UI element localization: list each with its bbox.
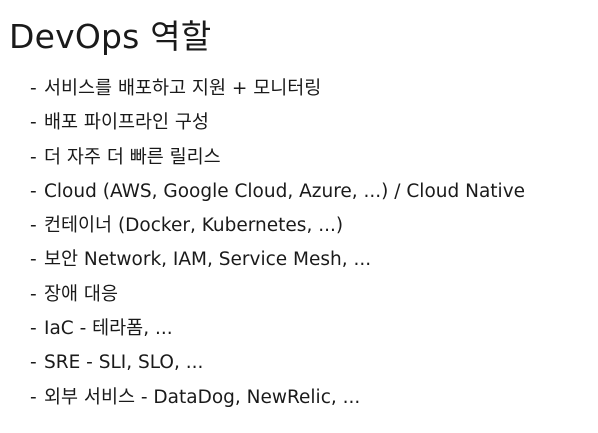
bullet-item: - 서비스를 배포하고 지원 + 모니터링 [30,72,525,106]
bullet-item: - 배포 파이프라인 구성 [30,106,525,140]
bullet-item: - 장애 대응 [30,278,525,312]
bullet-text: 컨테이너 (Docker, Kubernetes, ...) [44,215,344,237]
bullet-dash: - [30,249,37,271]
bullet-dash: - [30,78,37,99]
bullet-text: IaC - 테라폼, ... [44,318,173,340]
bullet-item: - 컨테이너 (Docker, Kubernetes, ...) [30,209,525,243]
slide: DevOps 역할 - 서비스를 배포하고 지원 + 모니터링 - 배포 파이프라인… [0,0,598,433]
bullet-item: - IaC - 테라폼, ... [30,312,525,346]
bullet-text: 보안 Network, IAM, Service Mesh, ... [44,249,372,271]
bullet-item: - 외부 서비스 - DataDog, NewRelic, ... [30,381,525,415]
bullet-text: 서비스를 배포하고 지원 + 모니터링 [44,78,322,99]
bullet-item: - Cloud (AWS, Google Cloud, Azure, ...) /… [30,175,525,209]
bullet-dash: - [30,215,37,237]
bullet-dash: - [30,146,37,168]
bullet-item: - 보안 Network, IAM, Service Mesh, ... [30,243,525,277]
slide-title: DevOps 역할 [9,17,212,56]
bullet-list: - 서비스를 배포하고 지원 + 모니터링 - 배포 파이프라인 구성 -더 자주 … [30,72,525,415]
bullet-text: 장애 대응 [44,283,118,305]
bullet-dash: - [30,352,37,374]
bullet-dash: - [30,180,37,202]
bullet-item: -더 자주 더 빠른 릴리스 [30,141,525,175]
bullet-text: 배포 파이프라인 구성 [44,112,209,134]
bullet-dash: - [30,112,37,134]
bullet-item: - SRE - SLI, SLO, ... [30,346,525,380]
bullet-dash: - [30,318,37,340]
bullet-text: 더 자주 더 빠른 릴리스 [44,146,221,168]
bullet-dash: - [30,386,37,408]
bullet-dash: - [30,283,37,305]
bullet-text: SRE - SLI, SLO, ... [44,352,204,374]
bullet-text: 외부 서비스 - DataDog, NewRelic, ... [44,386,361,408]
bullet-text: Cloud (AWS, Google Cloud, Azure, ...) / … [44,180,526,202]
